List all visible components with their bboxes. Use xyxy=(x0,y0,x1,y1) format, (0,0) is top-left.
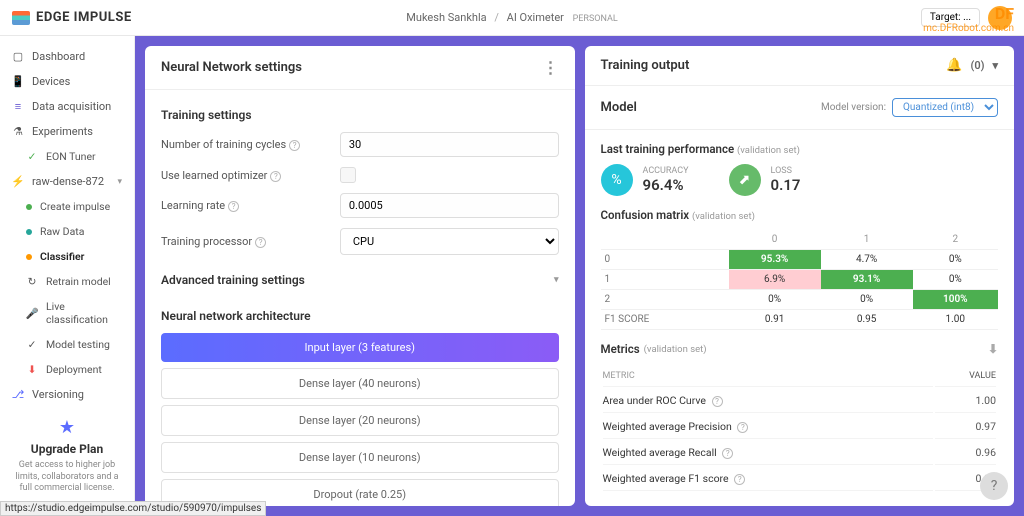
sidebar-item-devices[interactable]: 📱Devices xyxy=(0,69,134,94)
notification-icon[interactable]: 🔔 xyxy=(946,58,962,73)
info-icon[interactable]: ? xyxy=(255,237,266,248)
panel-title: Neural Network settings xyxy=(161,60,302,75)
target-button[interactable]: Target: ... xyxy=(921,8,980,27)
sidebar-item-create[interactable]: Create impulse xyxy=(0,194,134,219)
model-version-select[interactable]: Quantized (int8) xyxy=(892,98,998,117)
info-icon[interactable]: ? xyxy=(712,396,723,407)
model-header: Model Model version: Quantized (int8) xyxy=(585,86,1015,130)
sidebar-item-impulse[interactable]: ⚡raw-dense-872▾ xyxy=(0,169,134,194)
accuracy-label: ACCURACY xyxy=(643,166,689,176)
optimizer-label: Use learned optimizer xyxy=(161,169,267,182)
last-perf-title: Last training performance xyxy=(601,142,735,156)
panel-menu-icon[interactable]: ⋮ xyxy=(543,58,559,77)
project-badge: PERSONAL xyxy=(573,14,618,24)
info-icon[interactable]: ? xyxy=(734,474,745,485)
nn-settings-panel: Neural Network settings ⋮ Training setti… xyxy=(145,46,575,506)
retrain-icon: ↻ xyxy=(26,276,38,288)
dot-icon xyxy=(26,229,32,235)
accuracy-value: 96.4% xyxy=(643,176,689,194)
confusion-title: Confusion matrix xyxy=(601,208,690,222)
sidebar-item-dashboard[interactable]: ▢Dashboard xyxy=(0,44,134,69)
accuracy-icon: % xyxy=(601,164,633,196)
info-icon[interactable]: ? xyxy=(289,140,300,151)
data-icon: ≡ xyxy=(12,101,24,113)
experiments-icon: ⚗ xyxy=(12,126,24,138)
explorer-title: Data explorer xyxy=(601,505,670,506)
dense-layer-1[interactable]: Dense layer (40 neurons) xyxy=(161,368,559,399)
optimizer-checkbox[interactable] xyxy=(340,167,356,183)
training-settings-title: Training settings xyxy=(161,108,559,122)
chevron-down-icon: ▾ xyxy=(117,177,122,187)
advanced-toggle[interactable]: Advanced training settings▾ xyxy=(161,265,559,295)
avatar[interactable] xyxy=(988,6,1012,30)
lr-label: Learning rate xyxy=(161,199,225,212)
dot-icon xyxy=(26,204,32,210)
deploy-icon: ⬇ xyxy=(26,364,38,376)
processor-label: Training processor xyxy=(161,235,252,248)
dense-layer-3[interactable]: Dense layer (10 neurons) xyxy=(161,442,559,473)
test-icon: ✓ xyxy=(26,339,38,351)
sidebar-item-experiments[interactable]: ⚗Experiments xyxy=(0,119,134,144)
notif-count: (0) xyxy=(971,59,985,72)
model-version-label: Model version: xyxy=(821,102,886,113)
sidebar-item-classifier[interactable]: Classifier xyxy=(0,244,134,269)
sidebar: ▢Dashboard 📱Devices ≡Data acquisition ⚗E… xyxy=(0,36,135,516)
cycles-label: Number of training cycles xyxy=(161,138,286,151)
download-icon[interactable]: ⬇ xyxy=(988,342,998,356)
info-icon[interactable]: ? xyxy=(270,171,281,182)
metrics-title: Metrics xyxy=(601,342,640,356)
training-output-panel: Training output 🔔 (0) ▾ Model Model vers… xyxy=(585,46,1015,506)
sidebar-item-rawdata[interactable]: Raw Data xyxy=(0,219,134,244)
sidebar-item-deployment[interactable]: ⬇Deployment xyxy=(0,357,134,382)
loss-value: 0.17 xyxy=(771,176,801,194)
logo-icon xyxy=(12,11,30,25)
upgrade-title: Upgrade Plan xyxy=(10,442,124,456)
sidebar-item-versioning[interactable]: ⎇Versioning xyxy=(0,382,134,407)
main-content: Neural Network settings ⋮ Training setti… xyxy=(135,36,1024,516)
info-icon[interactable]: ? xyxy=(722,448,733,459)
loss-label: LOSS xyxy=(771,166,801,176)
dense-layer-2[interactable]: Dense layer (20 neurons) xyxy=(161,405,559,436)
upgrade-block: ★ Upgrade Plan Get access to higher job … xyxy=(0,407,134,516)
status-bar-url: https://studio.edgeimpulse.com/studio/59… xyxy=(0,501,266,516)
sidebar-item-live[interactable]: 🎤Live classification xyxy=(0,294,134,332)
chevron-down-icon: ▾ xyxy=(554,275,559,285)
check-icon: ✓ xyxy=(26,151,38,163)
impulse-icon: ⚡ xyxy=(12,176,24,188)
help-fab[interactable]: ? xyxy=(980,472,1008,500)
sidebar-item-eon[interactable]: ✓EON Tuner xyxy=(0,144,134,169)
sidebar-item-retrain[interactable]: ↻Retrain model xyxy=(0,269,134,294)
mic-icon: 🎤 xyxy=(26,307,38,319)
model-title: Model xyxy=(601,100,637,115)
logo[interactable]: EDGE IMPULSE xyxy=(12,10,132,25)
sidebar-item-testing[interactable]: ✓Model testing xyxy=(0,332,134,357)
arch-title: Neural network architecture xyxy=(161,309,559,323)
crumb-user[interactable]: Mukesh Sankhla xyxy=(406,11,486,24)
confusion-matrix: 012 095.3%4.7%0% 16.9%93.1%0% 20%0%100% … xyxy=(601,230,999,330)
upgrade-text: Get access to higher job limits, collabo… xyxy=(10,460,124,495)
star-icon: ★ xyxy=(10,417,124,438)
output-title: Training output xyxy=(601,58,690,73)
processor-select[interactable]: CPU xyxy=(340,228,559,255)
sidebar-item-data[interactable]: ≡Data acquisition xyxy=(0,94,134,119)
devices-icon: 📱 xyxy=(12,76,24,88)
metrics-table: METRICVALUE Area under ROC Curve ?1.00 W… xyxy=(601,364,999,493)
dot-icon xyxy=(26,254,32,260)
info-icon[interactable]: ? xyxy=(737,422,748,433)
info-icon[interactable]: ? xyxy=(228,201,239,212)
brand-name: EDGE IMPULSE xyxy=(36,10,132,25)
breadcrumb: Mukesh Sankhla / AI Oximeter PERSONAL xyxy=(406,11,617,24)
dashboard-icon: ▢ xyxy=(12,51,24,63)
version-icon: ⎇ xyxy=(12,389,24,401)
chevron-down-icon[interactable]: ▾ xyxy=(992,59,998,72)
lr-input[interactable] xyxy=(340,193,559,218)
cycles-input[interactable] xyxy=(340,132,559,157)
crumb-project[interactable]: AI Oximeter xyxy=(507,11,564,24)
loss-icon: ⬈ xyxy=(729,164,761,196)
input-layer[interactable]: Input layer (3 features) xyxy=(161,333,559,362)
topbar: EDGE IMPULSE Mukesh Sankhla / AI Oximete… xyxy=(0,0,1024,36)
